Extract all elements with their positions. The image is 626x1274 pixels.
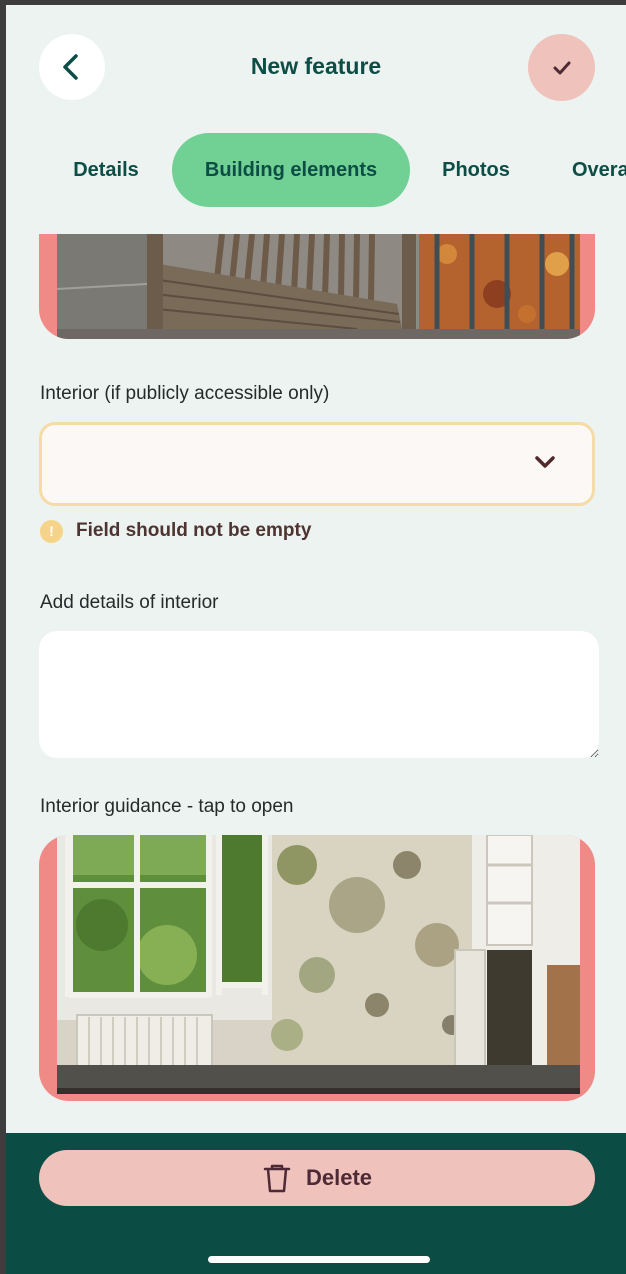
building-guidance-image[interactable] [39, 234, 595, 339]
details-label: Add details of interior [40, 592, 219, 613]
tab-building-elements[interactable]: Building elements [172, 133, 410, 207]
checkmark-icon [553, 61, 570, 74]
chevron-down-icon [535, 456, 555, 468]
interior-label: Interior (if publicly accessible only) [40, 383, 330, 404]
page-title: New feature [250, 53, 382, 79]
validation-message: ! Field should not be empty [40, 517, 311, 545]
photo-edge [57, 1088, 580, 1094]
tab-photos[interactable]: Photos [432, 133, 520, 207]
screen: New feature Details Building elements Ph… [6, 5, 626, 1274]
interior-photo [57, 835, 580, 1088]
photo-edge [57, 329, 580, 339]
chevron-left-icon [63, 54, 78, 80]
back-button[interactable] [39, 34, 105, 100]
tab-bar: Details Building elements Photos Overa [6, 133, 626, 207]
interior-guidance-image[interactable] [39, 835, 595, 1101]
bench-photo [57, 234, 580, 329]
interior-details-input[interactable] [39, 631, 599, 758]
guidance-label: Interior guidance - tap to open [40, 796, 294, 817]
delete-button[interactable]: Delete [39, 1150, 595, 1206]
trash-icon [263, 1164, 291, 1193]
confirm-button[interactable] [528, 34, 595, 101]
tab-details[interactable]: Details [58, 133, 154, 207]
tab-overall[interactable]: Overa [572, 133, 626, 207]
warning-icon: ! [40, 519, 63, 543]
home-indicator [208, 1256, 430, 1263]
footer-bar: Delete [6, 1133, 626, 1274]
interior-select[interactable] [39, 422, 595, 506]
error-text: Field should not be empty [76, 520, 312, 541]
delete-label: Delete [305, 1165, 373, 1190]
